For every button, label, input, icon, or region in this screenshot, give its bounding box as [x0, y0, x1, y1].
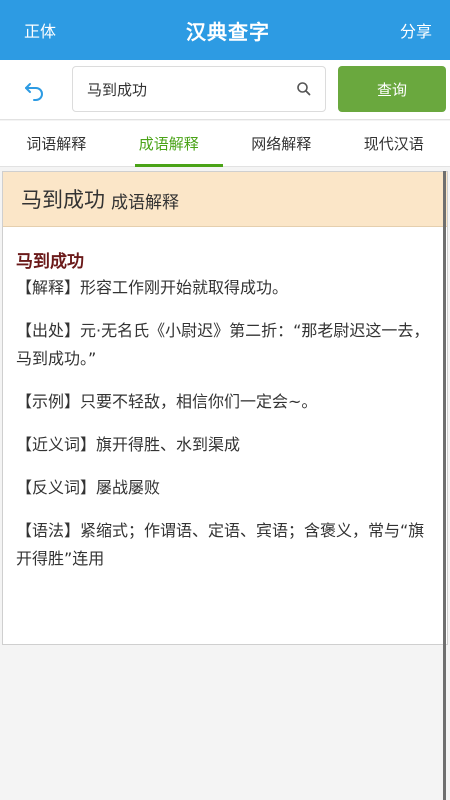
card-subtitle: 成语解释: [111, 193, 179, 213]
app-title: 汉典查字: [186, 19, 270, 44]
tab-idiom-explanation[interactable]: 成语解释: [113, 121, 226, 167]
card-body: 马到成功 【解释】形容工作刚开始就取得成功。 【出处】元·无名氏《小尉迟》第二折…: [3, 227, 447, 573]
example-text: 【示例】只要不轻敌，相信你们一定会~。: [16, 392, 318, 411]
antonyms-text: 【反义词】屡战屡败: [16, 478, 161, 497]
definition-text: 【解释】形容工作刚开始就取得成功。: [16, 278, 289, 297]
top-bar: 正体 汉典查字 分享: [0, 0, 450, 60]
tab-bar: 词语解释 成语解释 网络解释 现代汉语: [0, 121, 450, 167]
traditional-toggle[interactable]: 正体: [24, 18, 56, 42]
result-card: 马到成功 成语解释 马到成功 【解释】形容工作刚开始就取得成功。 【出处】元·无…: [2, 171, 448, 645]
search-icon[interactable]: [295, 80, 313, 98]
query-button[interactable]: 查询: [338, 66, 446, 112]
synonyms-text: 【近义词】旗开得胜、水到渠成: [16, 435, 241, 454]
entry-title: 马到成功: [16, 252, 84, 272]
back-button[interactable]: [20, 76, 48, 104]
search-bar: 查询: [0, 60, 450, 120]
search-box: [72, 66, 326, 112]
back-arrow-icon: [25, 83, 43, 101]
tab-word-explanation[interactable]: 词语解释: [0, 121, 113, 166]
scrollbar[interactable]: [443, 171, 446, 800]
card-word: 马到成功: [21, 188, 105, 212]
share-button[interactable]: 分享: [400, 18, 432, 42]
search-input[interactable]: [87, 67, 287, 111]
tab-modern-chinese[interactable]: 现代汉语: [338, 121, 450, 166]
tab-web-explanation[interactable]: 网络解释: [225, 121, 338, 166]
grammar-text: 【语法】紧缩式；作谓语、定语、宾语；含褒义，常与“旗开得胜”连用: [16, 521, 425, 568]
card-header: 马到成功 成语解释: [3, 172, 447, 227]
source-text: 【出处】元·无名氏《小尉迟》第二折：“那老尉迟这一去，马到成功。”: [16, 321, 430, 368]
